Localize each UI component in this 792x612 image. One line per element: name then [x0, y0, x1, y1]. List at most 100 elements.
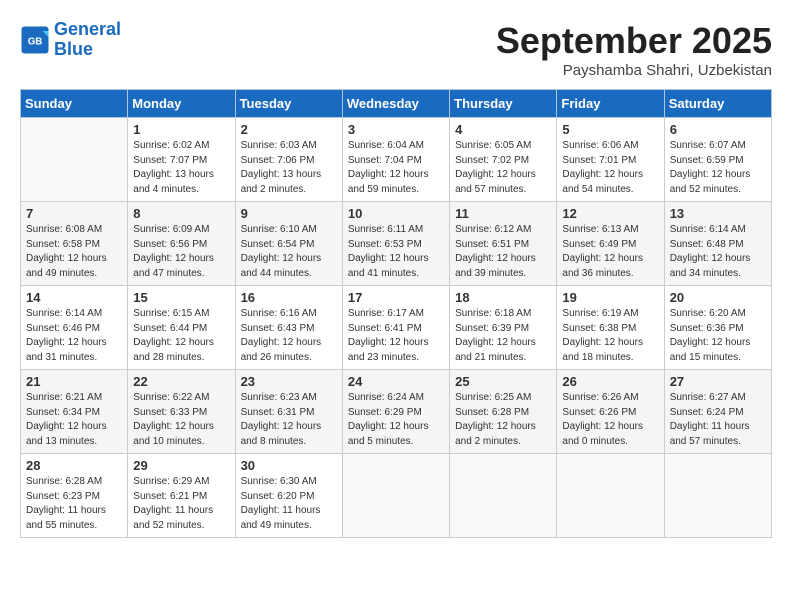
cell-info: Sunrise: 6:10 AM Sunset: 6:54 PM Dayligh… — [241, 223, 337, 281]
cell-info: Sunrise: 6:26 AM Sunset: 6:26 PM Dayligh… — [562, 391, 658, 449]
day-number: 16 — [241, 290, 337, 305]
day-number: 6 — [670, 122, 766, 137]
day-number: 14 — [26, 290, 122, 305]
weekday-header-thursday: Thursday — [450, 90, 557, 118]
day-number: 10 — [348, 206, 444, 221]
calendar-cell: 15Sunrise: 6:15 AM Sunset: 6:44 PM Dayli… — [128, 286, 235, 370]
calendar-cell: 27 Sunrise: 6:27 AM Sunset: 6:24 PM Dayli… — [664, 370, 771, 454]
calendar-cell: 13Sunrise: 6:14 AM Sunset: 6:48 PM Dayli… — [664, 202, 771, 286]
day-number: 27 — [670, 374, 766, 389]
calendar-cell: 29Sunrise: 6:29 AM Sunset: 6:21 PM Dayli… — [128, 454, 235, 538]
cell-info: Sunrise: 6:15 AM Sunset: 6:44 PM Dayligh… — [133, 307, 229, 365]
calendar-cell: 3 Sunrise: 6:04 AM Sunset: 7:04 PM Daylig… — [342, 118, 449, 202]
cell-info: Sunrise: 6:18 AM Sunset: 6:39 PM Dayligh… — [455, 307, 551, 365]
calendar-table: SundayMondayTuesdayWednesdayThursdayFrid… — [20, 89, 772, 538]
week-row-3: 14 Sunrise: 6:14 AM Sunset: 6:46 PM Dayli… — [21, 286, 772, 370]
day-number: 20 — [670, 290, 766, 305]
cell-info: Sunrise: 6:02 AM Sunset: 7:07 PM Dayligh… — [133, 139, 229, 197]
cell-info: Sunrise: 6:20 AM Sunset: 6:36 PM Dayligh… — [670, 307, 766, 365]
month-title: September 2025 — [496, 20, 772, 62]
logo: GB General Blue — [20, 20, 121, 60]
day-number: 13 — [670, 206, 766, 221]
day-number: 12 — [562, 206, 658, 221]
cell-info: Sunrise: 6:25 AM Sunset: 6:28 PM Dayligh… — [455, 391, 551, 449]
day-number: 21 — [26, 374, 122, 389]
calendar-cell — [557, 454, 664, 538]
logo-icon: GB — [20, 25, 50, 55]
day-number: 5 — [562, 122, 658, 137]
weekday-header-wednesday: Wednesday — [342, 90, 449, 118]
calendar-cell: 25 Sunrise: 6:25 AM Sunset: 6:28 PM Dayli… — [450, 370, 557, 454]
day-number: 3 — [348, 122, 444, 137]
weekday-header-friday: Friday — [557, 90, 664, 118]
cell-info: Sunrise: 6:06 AM Sunset: 7:01 PM Dayligh… — [562, 139, 658, 197]
calendar-cell: 8Sunrise: 6:09 AM Sunset: 6:56 PM Daylig… — [128, 202, 235, 286]
page-header: GB General Blue September 2025 Payshamba… — [20, 20, 772, 79]
calendar-cell: 4Sunrise: 6:05 AM Sunset: 7:02 PM Daylig… — [450, 118, 557, 202]
day-number: 23 — [241, 374, 337, 389]
day-number: 1 — [133, 122, 229, 137]
cell-info: Sunrise: 6:08 AM Sunset: 6:58 PM Dayligh… — [26, 223, 122, 281]
day-number: 8 — [133, 206, 229, 221]
cell-info: Sunrise: 6:21 AM Sunset: 6:34 PM Dayligh… — [26, 391, 122, 449]
cell-info: Sunrise: 6:12 AM Sunset: 6:51 PM Dayligh… — [455, 223, 551, 281]
calendar-cell — [21, 118, 128, 202]
cell-info: Sunrise: 6:24 AM Sunset: 6:29 PM Dayligh… — [348, 391, 444, 449]
weekday-header-monday: Monday — [128, 90, 235, 118]
calendar-cell: 1 Sunrise: 6:02 AM Sunset: 7:07 PM Daylig… — [128, 118, 235, 202]
day-number: 28 — [26, 458, 122, 473]
day-number: 7 — [26, 206, 122, 221]
cell-info: Sunrise: 6:13 AM Sunset: 6:49 PM Dayligh… — [562, 223, 658, 281]
calendar-cell: 16 Sunrise: 6:16 AM Sunset: 6:43 PM Dayli… — [235, 286, 342, 370]
weekday-header-row: SundayMondayTuesdayWednesdayThursdayFrid… — [21, 90, 772, 118]
cell-info: Sunrise: 6:04 AM Sunset: 7:04 PM Dayligh… — [348, 139, 444, 197]
calendar-cell: 5 Sunrise: 6:06 AM Sunset: 7:01 PM Daylig… — [557, 118, 664, 202]
day-number: 17 — [348, 290, 444, 305]
calendar-cell — [664, 454, 771, 538]
calendar-cell: 11 Sunrise: 6:12 AM Sunset: 6:51 PM Dayli… — [450, 202, 557, 286]
calendar-cell: 20 Sunrise: 6:20 AM Sunset: 6:36 PM Dayli… — [664, 286, 771, 370]
svg-text:GB: GB — [28, 36, 43, 47]
day-number: 29 — [133, 458, 229, 473]
cell-info: Sunrise: 6:07 AM Sunset: 6:59 PM Dayligh… — [670, 139, 766, 197]
cell-info: Sunrise: 6:30 AM Sunset: 6:20 PM Dayligh… — [241, 475, 337, 533]
calendar-cell: 19 Sunrise: 6:19 AM Sunset: 6:38 PM Dayli… — [557, 286, 664, 370]
cell-info: Sunrise: 6:11 AM Sunset: 6:53 PM Dayligh… — [348, 223, 444, 281]
calendar-cell: 12 Sunrise: 6:13 AM Sunset: 6:49 PM Dayli… — [557, 202, 664, 286]
day-number: 22 — [133, 374, 229, 389]
calendar-cell: 7 Sunrise: 6:08 AM Sunset: 6:58 PM Daylig… — [21, 202, 128, 286]
cell-info: Sunrise: 6:03 AM Sunset: 7:06 PM Dayligh… — [241, 139, 337, 197]
calendar-cell: 21 Sunrise: 6:21 AM Sunset: 6:34 PM Dayli… — [21, 370, 128, 454]
day-number: 24 — [348, 374, 444, 389]
day-number: 26 — [562, 374, 658, 389]
cell-info: Sunrise: 6:05 AM Sunset: 7:02 PM Dayligh… — [455, 139, 551, 197]
day-number: 18 — [455, 290, 551, 305]
calendar-cell: 14 Sunrise: 6:14 AM Sunset: 6:46 PM Dayli… — [21, 286, 128, 370]
day-number: 11 — [455, 206, 551, 221]
week-row-1: 1 Sunrise: 6:02 AM Sunset: 7:07 PM Daylig… — [21, 118, 772, 202]
week-row-5: 28 Sunrise: 6:28 AM Sunset: 6:23 PM Dayli… — [21, 454, 772, 538]
cell-info: Sunrise: 6:27 AM Sunset: 6:24 PM Dayligh… — [670, 391, 766, 449]
calendar-cell — [342, 454, 449, 538]
cell-info: Sunrise: 6:17 AM Sunset: 6:41 PM Dayligh… — [348, 307, 444, 365]
logo-text: General Blue — [54, 20, 121, 60]
day-number: 25 — [455, 374, 551, 389]
calendar-cell: 28 Sunrise: 6:28 AM Sunset: 6:23 PM Dayli… — [21, 454, 128, 538]
week-row-4: 21 Sunrise: 6:21 AM Sunset: 6:34 PM Dayli… — [21, 370, 772, 454]
cell-info: Sunrise: 6:16 AM Sunset: 6:43 PM Dayligh… — [241, 307, 337, 365]
calendar-cell: 6 Sunrise: 6:07 AM Sunset: 6:59 PM Daylig… — [664, 118, 771, 202]
day-number: 2 — [241, 122, 337, 137]
calendar-cell: 17 Sunrise: 6:17 AM Sunset: 6:41 PM Dayli… — [342, 286, 449, 370]
calendar-cell: 30 Sunrise: 6:30 AM Sunset: 6:20 PM Dayli… — [235, 454, 342, 538]
calendar-body: 1 Sunrise: 6:02 AM Sunset: 7:07 PM Daylig… — [21, 118, 772, 538]
calendar-cell: 18 Sunrise: 6:18 AM Sunset: 6:39 PM Dayli… — [450, 286, 557, 370]
cell-info: Sunrise: 6:19 AM Sunset: 6:38 PM Dayligh… — [562, 307, 658, 365]
cell-info: Sunrise: 6:28 AM Sunset: 6:23 PM Dayligh… — [26, 475, 122, 533]
day-number: 30 — [241, 458, 337, 473]
weekday-header-tuesday: Tuesday — [235, 90, 342, 118]
calendar-cell: 24 Sunrise: 6:24 AM Sunset: 6:29 PM Dayli… — [342, 370, 449, 454]
cell-info: Sunrise: 6:23 AM Sunset: 6:31 PM Dayligh… — [241, 391, 337, 449]
day-number: 19 — [562, 290, 658, 305]
calendar-cell: 26 Sunrise: 6:26 AM Sunset: 6:26 PM Dayli… — [557, 370, 664, 454]
cell-info: Sunrise: 6:14 AM Sunset: 6:46 PM Dayligh… — [26, 307, 122, 365]
